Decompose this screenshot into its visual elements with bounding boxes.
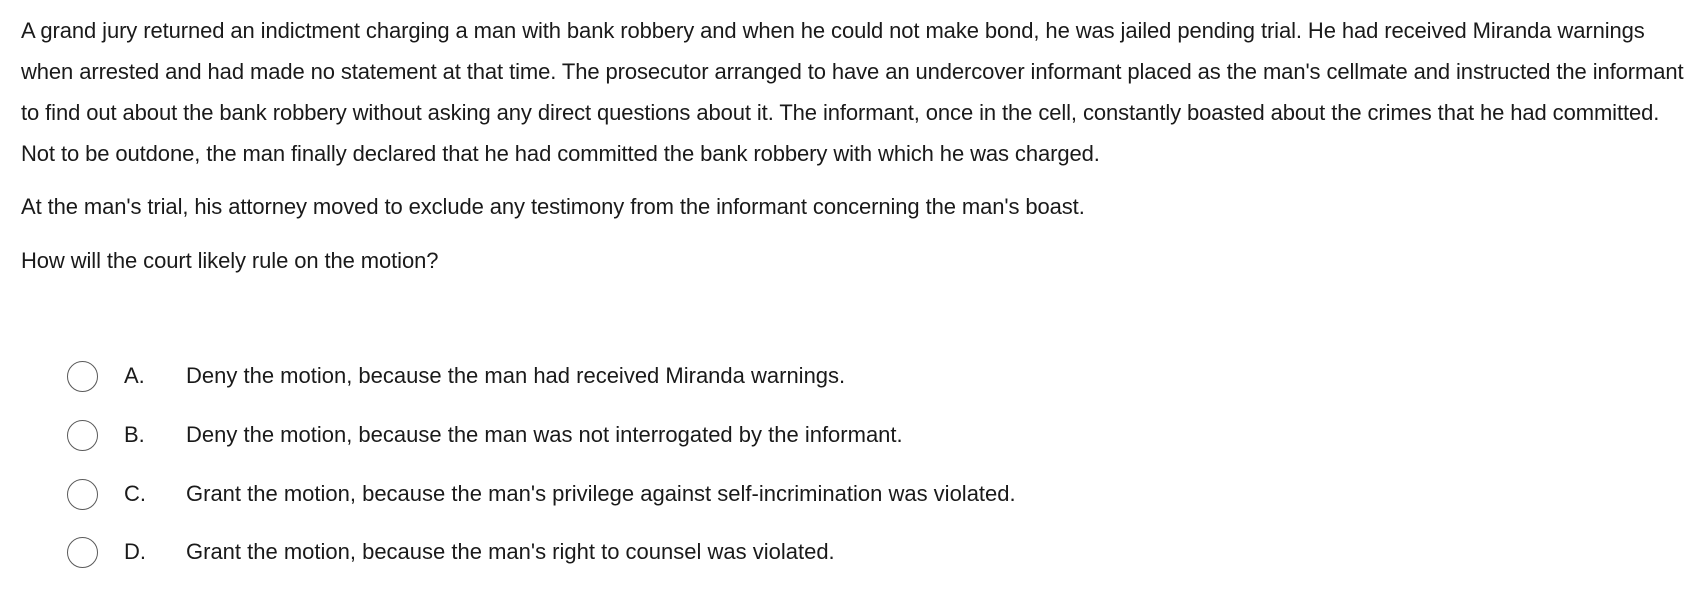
choice-text-a[interactable]: Deny the motion, because the man had rec… xyxy=(186,356,845,396)
answer-choice-b[interactable]: B. Deny the motion, because the man was … xyxy=(0,415,1300,455)
stem-paragraph-motion: At the man's trial, his attorney moved t… xyxy=(21,194,1085,219)
radio-button-c[interactable] xyxy=(67,478,98,510)
choice-letter-b: B. xyxy=(124,422,145,447)
choice-text-c[interactable]: Grant the motion, because the man's priv… xyxy=(186,474,1016,514)
stem-paragraph-facts: A grand jury returned an indictment char… xyxy=(21,18,1684,166)
radio-button-d[interactable] xyxy=(67,536,98,568)
choice-letter-a: A. xyxy=(124,363,145,388)
choice-letter-c: C. xyxy=(124,481,146,506)
choice-text-d[interactable]: Grant the motion, because the man's righ… xyxy=(186,532,835,572)
question-stem: A grand jury returned an indictment char… xyxy=(21,10,1684,281)
radio-button-a[interactable] xyxy=(67,360,98,392)
answer-choice-a[interactable]: A. Deny the motion, because the man had … xyxy=(0,356,1300,396)
question-prompt: How will the court likely rule on the mo… xyxy=(21,248,439,273)
choice-text-b[interactable]: Deny the motion, because the man was not… xyxy=(186,415,903,455)
choice-letter-d: D. xyxy=(124,539,146,564)
answer-choice-d[interactable]: D. Grant the motion, because the man's r… xyxy=(0,532,1300,572)
radio-button-b[interactable] xyxy=(67,419,98,451)
answer-choice-c[interactable]: C. Grant the motion, because the man's p… xyxy=(0,474,1300,514)
question-container: A grand jury returned an indictment char… xyxy=(0,0,1706,613)
